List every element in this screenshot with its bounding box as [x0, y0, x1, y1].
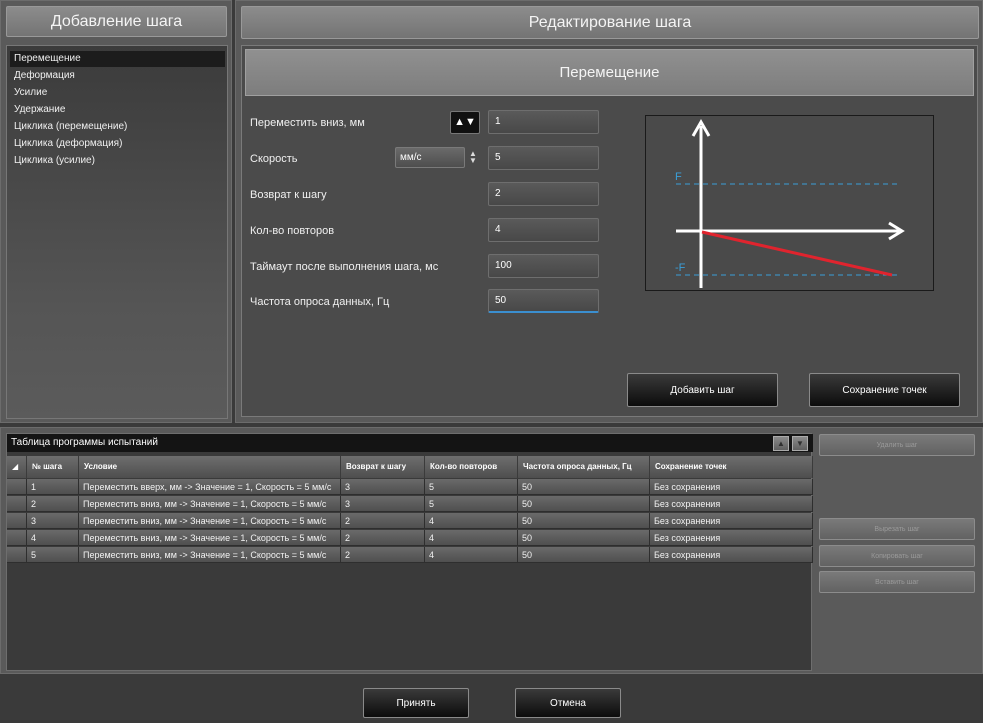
move-distance-input[interactable]: 1 [488, 110, 599, 134]
table-row[interactable]: 4 Переместить вниз, мм -> Значение = 1, … [7, 530, 813, 546]
move-distance-label: Переместить вниз, мм [250, 117, 365, 129]
table-row[interactable]: 1 Переместить вверх, мм -> Значение = 1,… [7, 479, 813, 495]
cell-return: 3 [341, 496, 425, 512]
delete-step-button[interactable]: Удалить шаг [819, 434, 975, 456]
step-section-title: Перемещение [559, 64, 660, 81]
column-header-save-points[interactable]: Сохранение точек [650, 456, 813, 478]
cell-return: 2 [341, 513, 425, 529]
table-row[interactable]: 2 Переместить вниз, мм -> Значение = 1, … [7, 496, 813, 512]
column-header-condition[interactable]: Условие [79, 456, 341, 478]
cancel-button[interactable]: Отмена [515, 688, 621, 718]
step-type-item-cyclic-deformation[interactable]: Циклика (деформация) [10, 136, 225, 152]
add-step-button[interactable]: Добавить шаг [627, 373, 778, 407]
test-program-table: Таблица программы испытаний ▲ ▼ ◢ № шага… [6, 433, 813, 671]
cell-save-points: Без сохранения [650, 479, 813, 495]
direction-toggle-button[interactable]: ▲▼ [450, 111, 480, 134]
column-header-step-number[interactable]: № шага [27, 456, 79, 478]
cell-repeats: 4 [425, 513, 518, 529]
cell-save-points: Без сохранения [650, 530, 813, 546]
cell-step-number: 2 [27, 496, 79, 512]
cell-step-number: 5 [27, 547, 79, 563]
cell-save-points: Без сохранения [650, 547, 813, 563]
row-selector[interactable] [7, 530, 27, 546]
add-step-panel: Добавление шага Перемещение Деформация У… [0, 0, 232, 423]
copy-step-button[interactable]: Копировать шаг [819, 545, 975, 567]
cell-return: 3 [341, 479, 425, 495]
cut-step-button[interactable]: Вырезать шаг [819, 518, 975, 540]
step-type-item-cyclic-force[interactable]: Циклика (усилие) [10, 153, 225, 169]
speed-unit-select[interactable]: мм/с [395, 147, 465, 168]
step-preview-svg [676, 118, 905, 288]
cell-repeats: 5 [425, 479, 518, 495]
test-program-section: Таблица программы испытаний ▲ ▼ ◢ № шага… [0, 427, 983, 674]
cell-condition: Переместить вниз, мм -> Значение = 1, Ск… [79, 513, 341, 529]
cell-condition: Переместить вниз, мм -> Значение = 1, Ск… [79, 530, 341, 546]
speed-input[interactable]: 5 [488, 146, 599, 170]
step-preview-graph: F -F [645, 115, 934, 291]
cell-frequency: 50 [518, 547, 650, 563]
edit-step-panel: Редактирование шага Перемещение Перемест… [235, 0, 983, 423]
cell-condition: Переместить вниз, мм -> Значение = 1, Ск… [79, 547, 341, 563]
sort-corner-icon[interactable]: ◢ [7, 456, 27, 478]
paste-step-button[interactable]: Вставить шаг [819, 571, 975, 593]
step-type-item-deformation[interactable]: Деформация [10, 68, 225, 84]
repeat-count-input[interactable]: 4 [488, 218, 599, 242]
add-step-header: Добавление шага [6, 6, 227, 37]
cell-repeats: 4 [425, 530, 518, 546]
move-up-icon[interactable]: ▲ [773, 436, 789, 451]
row-selector[interactable] [7, 496, 27, 512]
row-selector[interactable] [7, 513, 27, 529]
cell-frequency: 50 [518, 479, 650, 495]
table-row[interactable]: 3 Переместить вниз, мм -> Значение = 1, … [7, 513, 813, 529]
table-title-bar: Таблица программы испытаний ▲ ▼ [7, 434, 813, 452]
step-type-item-move[interactable]: Перемещение [10, 51, 225, 67]
cell-frequency: 50 [518, 530, 650, 546]
step-trajectory-line [701, 230, 893, 277]
return-to-step-label: Возврат к шагу [250, 189, 327, 201]
lower-force-label: -F [675, 262, 686, 274]
timeout-label: Таймаут после выполнения шага, мс [250, 261, 439, 273]
cell-return: 2 [341, 530, 425, 546]
save-points-button[interactable]: Сохранение точек [809, 373, 960, 407]
table-row[interactable]: 5 Переместить вниз, мм -> Значение = 1, … [7, 547, 813, 563]
frequency-input[interactable]: 50 [488, 289, 599, 313]
timeout-input[interactable]: 100 [488, 254, 599, 278]
step-type-item-cyclic-move[interactable]: Циклика (перемещение) [10, 119, 225, 135]
table-title: Таблица программы испытаний [11, 437, 158, 448]
speed-unit-spinner-icon[interactable]: ▲ ▼ [469, 150, 477, 165]
row-selector[interactable] [7, 547, 27, 563]
edit-step-header: Редактирование шага [241, 6, 979, 39]
cell-return: 2 [341, 547, 425, 563]
frequency-label: Частота опроса данных, Гц [250, 296, 390, 308]
row-selector[interactable] [7, 479, 27, 495]
upper-force-label: F [675, 171, 682, 183]
cell-save-points: Без сохранения [650, 496, 813, 512]
accept-button[interactable]: Принять [363, 688, 469, 718]
cell-condition: Переместить вниз, мм -> Значение = 1, Ск… [79, 496, 341, 512]
step-type-item-force[interactable]: Усилие [10, 85, 225, 101]
step-type-item-hold[interactable]: Удержание [10, 102, 225, 118]
table-header-row: ◢ № шага Условие Возврат к шагу Кол-во п… [7, 456, 813, 478]
cell-step-number: 4 [27, 530, 79, 546]
cell-step-number: 1 [27, 479, 79, 495]
step-editor: Перемещение Переместить вниз, мм ▲▼ 1 Ск… [241, 45, 978, 417]
return-to-step-input[interactable]: 2 [488, 182, 599, 206]
cell-condition: Переместить вверх, мм -> Значение = 1, С… [79, 479, 341, 495]
speed-label: Скорость [250, 153, 298, 165]
step-section-header: Перемещение [245, 49, 974, 96]
cell-frequency: 50 [518, 513, 650, 529]
cell-repeats: 5 [425, 496, 518, 512]
repeat-count-label: Кол-во повторов [250, 225, 335, 237]
add-step-title: Добавление шага [50, 12, 183, 30]
column-header-frequency[interactable]: Частота опроса данных, Гц [518, 456, 650, 478]
cell-save-points: Без сохранения [650, 513, 813, 529]
move-down-icon[interactable]: ▼ [792, 436, 808, 451]
step-type-list: Перемещение Деформация Усилие Удержание … [6, 45, 228, 419]
cell-frequency: 50 [518, 496, 650, 512]
cell-step-number: 3 [27, 513, 79, 529]
column-header-return[interactable]: Возврат к шагу [341, 456, 425, 478]
edit-step-title: Редактирование шага [528, 13, 692, 31]
cell-repeats: 4 [425, 547, 518, 563]
column-header-repeats[interactable]: Кол-во повторов [425, 456, 518, 478]
